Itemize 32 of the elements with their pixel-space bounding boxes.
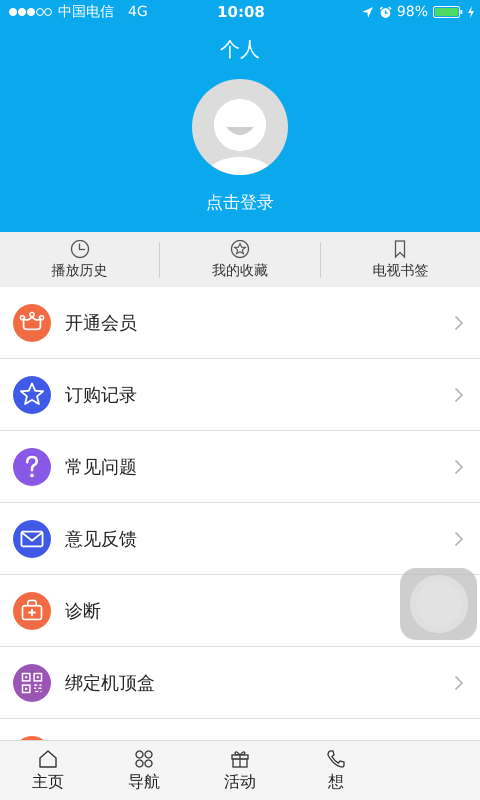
shortcut-button[interactable]: 电视书签 — [320, 239, 480, 280]
battery-icon — [433, 6, 463, 18]
home-icon — [37, 748, 59, 770]
carrier-name: 中国电信 — [58, 3, 114, 21]
chevron-right-icon — [454, 530, 464, 546]
status-time: 10:08 — [217, 3, 265, 21]
shortcut-button[interactable]: 我的收藏 — [160, 239, 320, 280]
alarm-icon — [378, 6, 392, 18]
menu-item[interactable]: 常见问题 — [0, 431, 480, 503]
chevron-right-icon — [454, 386, 464, 402]
location-arrow-icon — [360, 6, 374, 18]
menu-item[interactable]: 绑定机顶盒 — [0, 647, 480, 719]
tab-item[interactable]: 导航 — [96, 741, 192, 800]
phone-icon — [325, 748, 347, 770]
menu-item[interactable]: 订购记录 — [0, 359, 480, 431]
chevron-right-icon — [454, 314, 464, 330]
network-type: 4G — [128, 4, 148, 20]
floating-touch-button[interactable] — [400, 568, 477, 640]
avatar-icon[interactable] — [192, 79, 288, 175]
four-circles-icon — [133, 748, 155, 770]
tab-item[interactable]: 想 — [288, 741, 384, 800]
tab-item[interactable]: 活动 — [192, 741, 288, 800]
chevron-right-icon — [454, 458, 464, 474]
tab-item[interactable]: 主页 — [0, 741, 96, 800]
menu-item[interactable]: 开通会员 — [0, 287, 480, 359]
page-title: 个人 — [220, 36, 260, 63]
clock-icon — [70, 239, 90, 259]
battery-percent: 98% — [396, 4, 428, 20]
charging-bolt-icon — [468, 6, 474, 18]
shortcut-button[interactable]: 播放历史 — [0, 239, 160, 280]
signal-icon — [8, 7, 52, 17]
chevron-right-icon — [454, 674, 464, 690]
